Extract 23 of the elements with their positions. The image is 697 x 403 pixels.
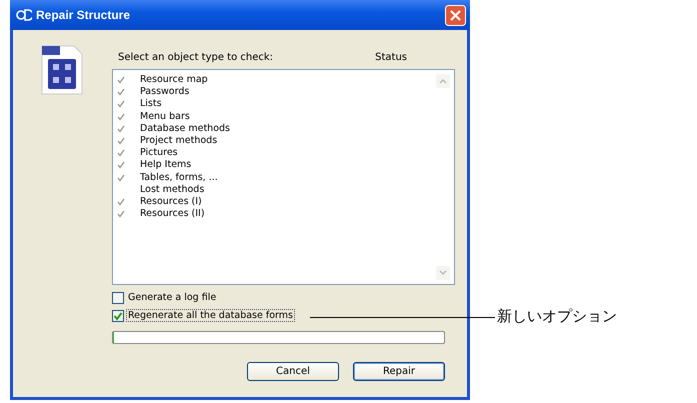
checkbox-label[interactable]: Regenerate all the database forms bbox=[126, 309, 295, 322]
list-item[interactable]: Resource map bbox=[140, 74, 208, 86]
list-item[interactable]: Resources (I) bbox=[140, 196, 202, 208]
list-item[interactable]: Tables, forms, ... bbox=[140, 172, 218, 184]
list-item[interactable]: Lists bbox=[140, 98, 162, 110]
list-item[interactable]: Help Items bbox=[140, 159, 192, 172]
list-item[interactable]: Passwords bbox=[140, 86, 190, 98]
list-item[interactable]: Lost methods bbox=[140, 184, 204, 196]
prompt-label: Select an object type to check: bbox=[118, 52, 274, 63]
callout-label: 新しいオプション bbox=[497, 307, 617, 326]
list-item[interactable]: Database methods bbox=[140, 122, 230, 135]
list-item[interactable]: Resources (II) bbox=[140, 208, 205, 220]
checkbox-label[interactable]: Generate a log file bbox=[126, 291, 218, 304]
checkbox[interactable] bbox=[112, 292, 124, 304]
checkbox[interactable] bbox=[112, 310, 124, 322]
close-button[interactable] bbox=[445, 4, 466, 26]
dialog-button[interactable]: Cancel bbox=[247, 362, 339, 381]
list-item[interactable]: Menu bars bbox=[140, 110, 190, 123]
list-item[interactable]: Pictures bbox=[140, 147, 178, 160]
list-item[interactable]: Project methods bbox=[140, 135, 218, 148]
status-heading: Status bbox=[375, 52, 407, 63]
window-title: Repair Structure bbox=[36, 8, 130, 22]
dialog-button[interactable]: Repair bbox=[353, 362, 445, 381]
